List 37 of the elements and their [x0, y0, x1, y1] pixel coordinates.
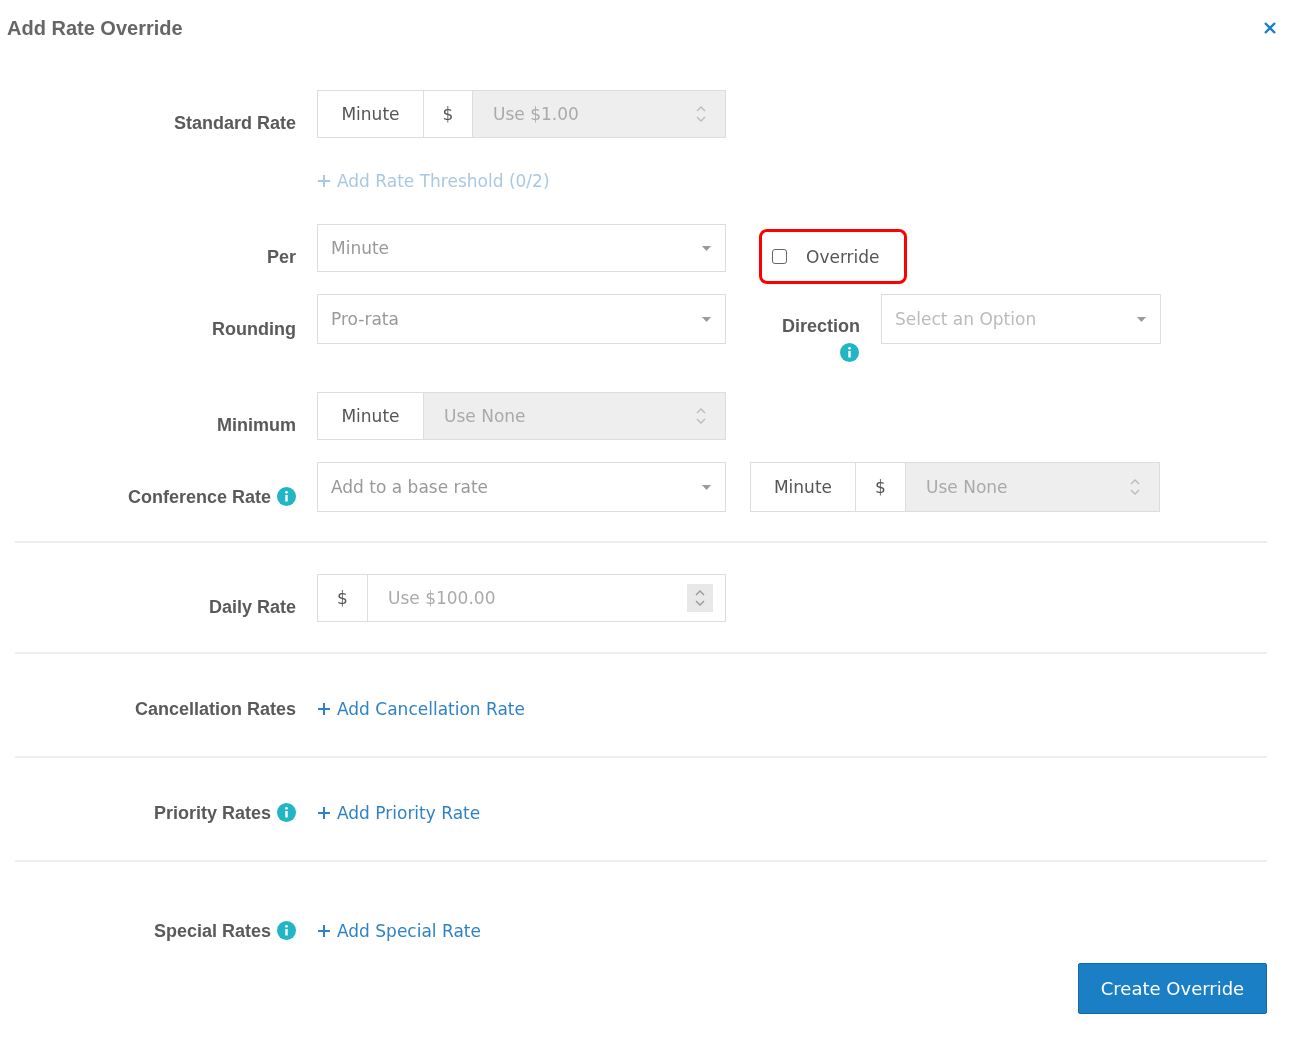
add-rate-link[interactable]: Add Special Rate	[317, 921, 481, 941]
caret-icon	[702, 316, 711, 322]
caret-icon	[702, 484, 711, 490]
plus-icon	[317, 924, 331, 938]
rounding-select[interactable]: Pro-rata	[317, 294, 726, 344]
conference-select[interactable]: Add to a base rate	[317, 462, 726, 512]
add-rate-link[interactable]: Add Cancellation Rate	[317, 699, 525, 719]
section-label: Priority Rates	[153, 802, 271, 824]
section-label: Cancellation Rates	[134, 698, 296, 720]
daily-rate-field[interactable]: $ Use $100.00	[317, 574, 726, 622]
section-label: Special Rates	[153, 920, 271, 942]
field-label: Conference Rate	[127, 487, 271, 508]
plus-icon	[317, 806, 331, 820]
field-label: Direction	[782, 316, 860, 337]
caret-icon	[1137, 316, 1146, 322]
field-label: Minimum	[217, 415, 296, 436]
spinner-icon[interactable]	[687, 584, 713, 612]
field-label: Standard Rate	[173, 113, 296, 134]
add-rate-link[interactable]: Add Priority Rate	[317, 803, 481, 823]
field-label: Rounding	[212, 319, 296, 340]
override-checkbox[interactable]: Override	[759, 229, 907, 284]
plus-icon	[317, 702, 331, 716]
info-icon[interactable]	[277, 920, 296, 940]
plus-icon	[317, 174, 331, 188]
create-override-button[interactable]: Create Override	[1078, 963, 1267, 1014]
field-label: Per	[266, 247, 296, 268]
info-icon[interactable]	[277, 802, 296, 822]
checkbox[interactable]	[772, 249, 787, 264]
caret-icon	[702, 245, 711, 251]
currency-addon: $	[318, 575, 368, 621]
daily-rate-input[interactable]: Use $100.00	[386, 587, 687, 609]
close-icon[interactable]	[1263, 21, 1277, 35]
dialog-title: Add Rate Override	[7, 16, 183, 40]
info-icon[interactable]	[840, 343, 859, 362]
info-icon[interactable]	[277, 487, 296, 506]
field-label: Daily Rate	[208, 597, 296, 618]
per-select[interactable]: Minute	[317, 224, 726, 272]
